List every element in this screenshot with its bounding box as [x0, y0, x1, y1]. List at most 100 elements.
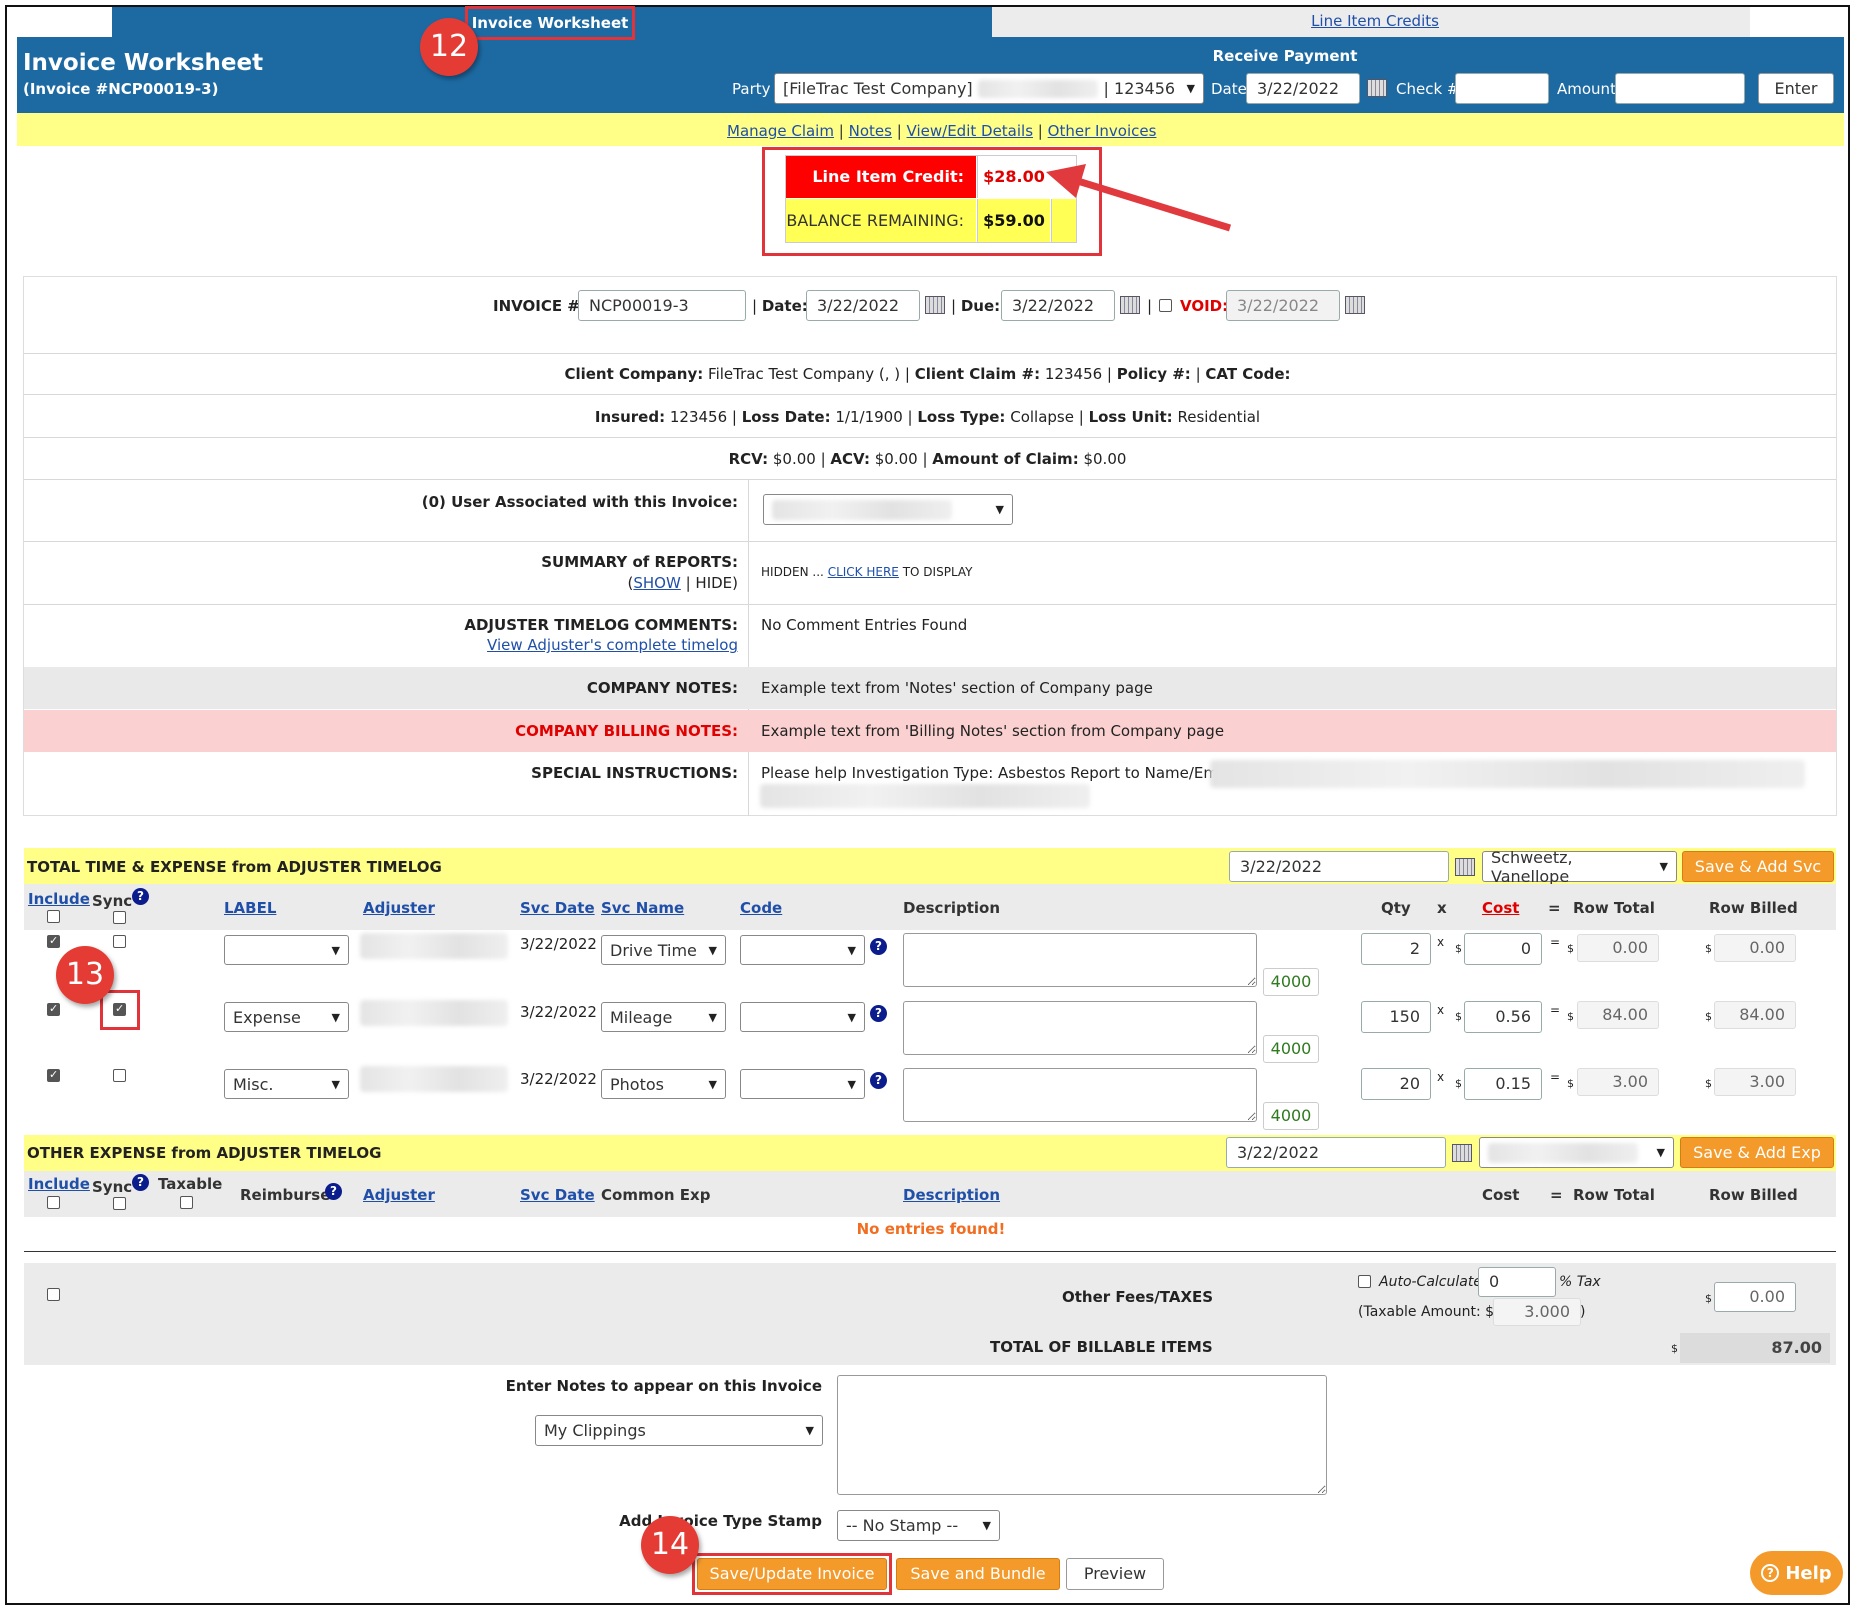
other-sync-all-checkbox[interactable] — [113, 1197, 126, 1210]
invoice-date-input[interactable]: 3/22/2022 — [806, 290, 920, 321]
adjuster-blurred — [360, 1066, 508, 1092]
code-select[interactable]: ▼ — [740, 935, 865, 965]
calendar-icon[interactable] — [1455, 858, 1475, 876]
other-expense-date-input[interactable]: 3/22/2022 — [1226, 1137, 1446, 1168]
other-include-all-checkbox[interactable] — [47, 1196, 60, 1209]
label-select[interactable]: Expense ▼ — [224, 1002, 349, 1032]
help-icon[interactable]: ? — [132, 888, 149, 905]
cost-input[interactable]: 0.15 — [1464, 1068, 1542, 1100]
sync-all-checkbox[interactable] — [113, 911, 126, 924]
help-button[interactable]: ? Help — [1750, 1551, 1843, 1595]
save-add-exp-button[interactable]: Save & Add Exp — [1680, 1137, 1834, 1168]
save-add-svc-button[interactable]: Save & Add Svc — [1682, 851, 1834, 882]
check-input[interactable] — [1455, 73, 1549, 104]
tab-line-item-credits-label[interactable]: Line Item Credits — [1290, 12, 1460, 30]
view-timelog-link[interactable]: View Adjuster's complete timelog — [487, 636, 738, 654]
sync-checkbox[interactable] — [113, 1069, 126, 1082]
adjuster-header[interactable]: Adjuster — [363, 899, 435, 917]
manage-claim-link[interactable]: Manage Claim — [727, 122, 834, 140]
gl-code-value: 4000 — [1263, 1035, 1319, 1063]
code-select[interactable]: ▼ — [740, 1069, 865, 1099]
due-date-input[interactable]: 3/22/2022 — [1001, 290, 1115, 321]
help-icon[interactable]: ? — [870, 938, 887, 955]
svc-name-select[interactable]: Drive Time ▼ — [601, 935, 726, 965]
payment-date-input[interactable]: 3/22/2022 — [1246, 73, 1360, 104]
nav-sep-2: | — [896, 122, 902, 140]
include-all-checkbox[interactable] — [47, 910, 60, 923]
eq-sym: = — [1550, 1003, 1561, 1017]
summary-show-link[interactable]: SHOW — [633, 574, 680, 592]
amount-input[interactable] — [1615, 73, 1745, 104]
description-textarea[interactable] — [903, 933, 1257, 987]
calendar-icon[interactable] — [1120, 296, 1140, 314]
description-textarea[interactable] — [903, 1001, 1257, 1055]
fees-checkbox[interactable] — [47, 1288, 60, 1301]
include-checkbox[interactable] — [47, 934, 60, 948]
cost-input[interactable]: 0.56 — [1464, 1001, 1542, 1033]
help-icon[interactable]: ? — [870, 1072, 887, 1089]
help-icon[interactable]: ? — [132, 1174, 149, 1191]
time-expense-adjuster-select[interactable]: Schweetz, Vanellope ▼ — [1482, 848, 1677, 886]
tax-percent-input[interactable]: 0 — [1478, 1267, 1556, 1297]
help-icon[interactable]: ? — [870, 1005, 887, 1022]
time-expense-date-input[interactable]: 3/22/2022 — [1229, 851, 1449, 882]
user-associated-select[interactable]: ▼ — [763, 494, 1013, 525]
code-select[interactable]: ▼ — [740, 1002, 865, 1032]
summary-click-here-link[interactable]: CLICK HERE — [828, 565, 899, 579]
calendar-icon[interactable] — [925, 296, 945, 314]
qty-input[interactable]: 20 — [1361, 1068, 1431, 1100]
include-checkbox[interactable] — [47, 1068, 60, 1082]
notes-link[interactable]: Notes — [849, 122, 892, 140]
save-and-bundle-button[interactable]: Save and Bundle — [896, 1558, 1060, 1590]
invoice-notes-textarea[interactable] — [837, 1375, 1327, 1495]
svc-name-select[interactable]: Mileage ▼ — [601, 1002, 726, 1032]
my-clippings-select[interactable]: My Clippings ▼ — [535, 1415, 823, 1446]
auto-calculate-checkbox[interactable] — [1358, 1275, 1371, 1288]
qty-input[interactable]: 150 — [1361, 1001, 1431, 1033]
void-checkbox[interactable] — [1159, 299, 1172, 312]
invoice-date-label-text: Date: — [761, 297, 808, 315]
cost-input[interactable]: 0 — [1464, 933, 1542, 965]
help-icon[interactable]: ? — [325, 1183, 342, 1200]
enter-button[interactable]: Enter — [1758, 73, 1834, 104]
qty-input[interactable]: 2 — [1361, 933, 1431, 965]
preview-button[interactable]: Preview — [1066, 1558, 1164, 1590]
sync-checkbox[interactable] — [113, 935, 126, 948]
common-exp-header: Common Exp — [601, 1186, 711, 1204]
svc-name-select[interactable]: Photos ▼ — [601, 1069, 726, 1099]
include-checkbox[interactable] — [47, 1002, 60, 1016]
other-description-header[interactable]: Description — [903, 1186, 1000, 1204]
description-textarea[interactable] — [903, 1068, 1257, 1122]
reimburse-header: Reimburse — [240, 1186, 331, 1204]
date-label: Date — [1211, 80, 1247, 98]
calendar-icon[interactable] — [1367, 79, 1387, 97]
label-header[interactable]: LABEL — [224, 899, 276, 917]
description-header: Description — [903, 899, 1001, 917]
view-edit-details-link[interactable]: View/Edit Details — [907, 122, 1033, 140]
other-fees-input[interactable]: 0.00 — [1714, 1282, 1796, 1312]
dollar-sym: $ — [1671, 1342, 1678, 1355]
other-adjuster-header[interactable]: Adjuster — [363, 1186, 435, 1204]
party-select[interactable]: [FileTrac Test Company] | 123456 ▼ — [774, 73, 1204, 104]
summary-hide-text: | HIDE) — [685, 574, 738, 592]
taxable-all-checkbox[interactable] — [180, 1196, 193, 1209]
sync-header: Sync — [92, 892, 133, 910]
invoice-number-input[interactable]: NCP00019-3 — [578, 290, 746, 321]
svc-date-header[interactable]: Svc Date — [520, 899, 595, 917]
other-invoices-link[interactable]: Other Invoices — [1048, 122, 1157, 140]
void-label: VOID: — [1180, 297, 1229, 315]
label-select[interactable]: ▼ — [224, 935, 349, 965]
calendar-icon[interactable] — [1452, 1144, 1472, 1162]
section-divider — [24, 1251, 1836, 1252]
include-header[interactable]: Include — [28, 890, 90, 908]
calendar-icon[interactable] — [1345, 296, 1365, 314]
other-svc-date-header[interactable]: Svc Date — [520, 1186, 595, 1204]
void-date-input[interactable]: 3/22/2022 — [1226, 290, 1340, 321]
other-include-header[interactable]: Include — [28, 1175, 90, 1193]
other-expense-adjuster-select[interactable]: ▼ — [1479, 1137, 1674, 1168]
code-header[interactable]: Code — [740, 899, 782, 917]
svc-name-header[interactable]: Svc Name — [601, 899, 684, 917]
stamp-select[interactable]: -- No Stamp -- ▼ — [837, 1510, 1000, 1541]
label-select[interactable]: Misc. ▼ — [224, 1069, 349, 1099]
cost-header[interactable]: Cost — [1482, 899, 1519, 917]
